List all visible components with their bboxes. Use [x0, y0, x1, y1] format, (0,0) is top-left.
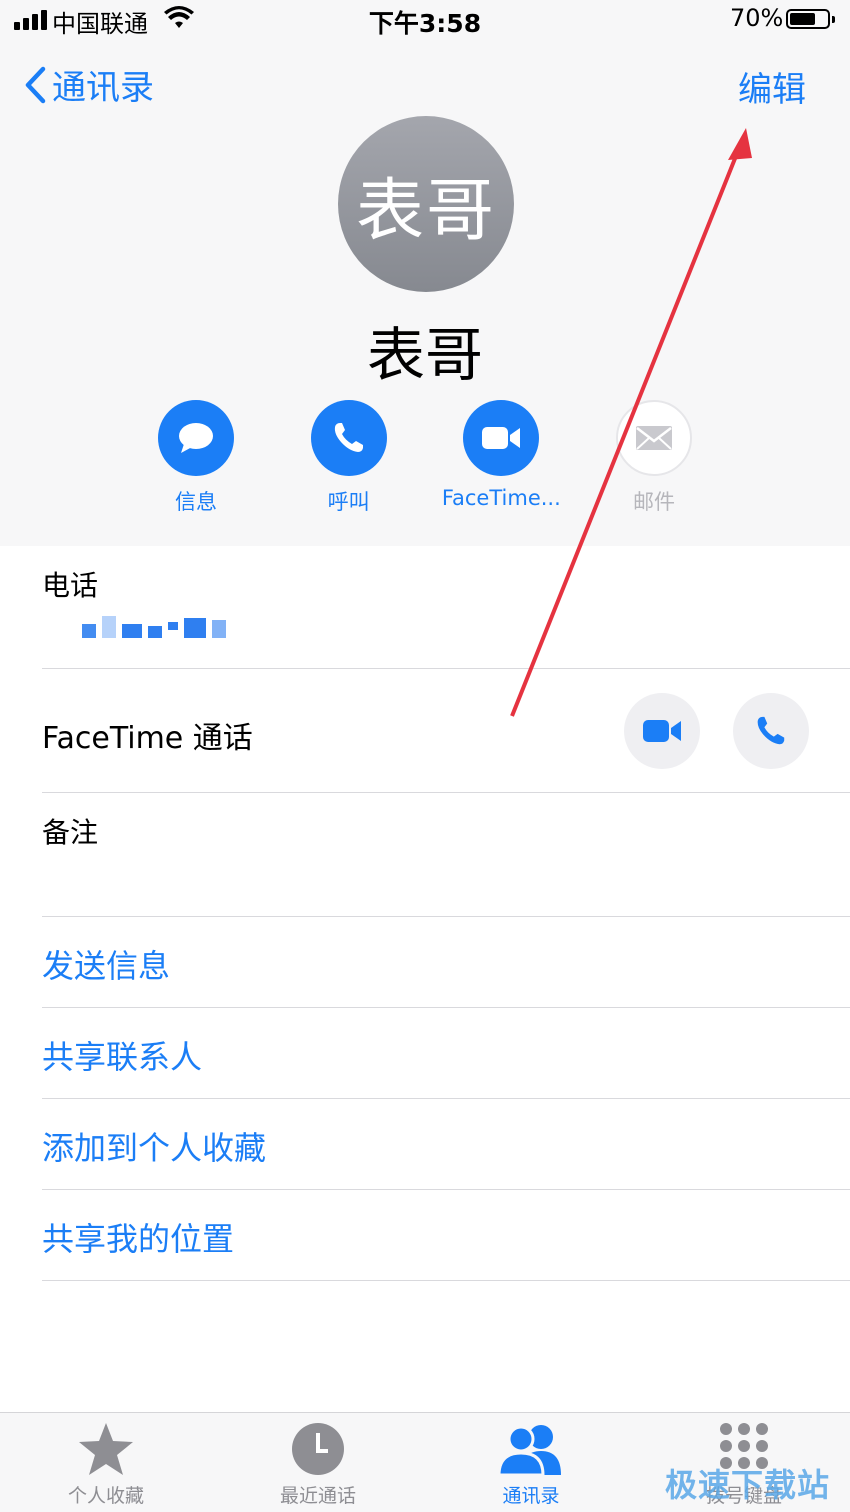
- video-icon: [643, 720, 681, 742]
- tab-favorites-label: 个人收藏: [67, 1485, 144, 1507]
- share-location-link: 共享我的位置: [42, 1220, 235, 1258]
- message-icon: [179, 423, 213, 453]
- notes-row[interactable]: 备注: [42, 793, 850, 917]
- notes-label: 备注: [42, 816, 99, 849]
- share-contact-link: 共享联系人: [42, 1038, 203, 1076]
- video-icon: [482, 427, 521, 449]
- share-contact-row[interactable]: 共享联系人: [42, 1008, 850, 1099]
- message-action-label: 信息: [175, 490, 217, 514]
- tab-contacts-label: 通讯录: [502, 1485, 560, 1507]
- facetime-audio-button[interactable]: [733, 693, 809, 769]
- send-message-row[interactable]: 发送信息: [42, 917, 850, 1008]
- tab-recents-label: 最近通话: [279, 1485, 356, 1507]
- phone-row[interactable]: 电话: [42, 546, 850, 669]
- watermark: 极速下载站: [664, 1466, 830, 1504]
- mail-icon: [635, 426, 672, 450]
- facetime-action-button[interactable]: FaceTime...: [425, 400, 577, 516]
- status-time: 下午3:58: [368, 9, 482, 38]
- status-bar: 中国联通 下午3:58 70%: [0, 0, 850, 42]
- contact-avatar: 表哥: [338, 116, 514, 292]
- edit-button[interactable]: 编辑: [738, 62, 806, 111]
- phone-number-redacted: [82, 616, 226, 638]
- facetime-label: FaceTime 通话: [42, 721, 253, 756]
- facetime-row: FaceTime 通话: [42, 669, 850, 793]
- tab-contacts[interactable]: 通讯录: [451, 1421, 611, 1508]
- battery-percent: 70%: [730, 4, 784, 32]
- star-icon: [79, 1423, 133, 1475]
- back-label: 通讯录: [52, 68, 154, 108]
- add-to-favorites-row[interactable]: 添加到个人收藏: [42, 1099, 850, 1190]
- action-buttons: 信息 呼叫 FaceTime... 邮件: [120, 400, 730, 516]
- clock-icon: [292, 1423, 344, 1475]
- add-to-favorites-link: 添加到个人收藏: [42, 1129, 267, 1167]
- contact-name: 表哥: [366, 321, 483, 389]
- contacts-icon: [497, 1425, 561, 1477]
- call-action-button[interactable]: 呼叫: [273, 400, 425, 516]
- share-location-row[interactable]: 共享我的位置: [42, 1190, 850, 1281]
- battery-icon: [786, 9, 835, 29]
- chevron-left-icon: [25, 66, 46, 103]
- phone-icon: [334, 423, 363, 452]
- message-action-button[interactable]: 信息: [120, 400, 272, 516]
- mail-action-label: 邮件: [632, 490, 675, 514]
- tab-recents[interactable]: 最近通话: [238, 1421, 398, 1508]
- mail-action-button: 邮件: [578, 400, 730, 516]
- send-message-link: 发送信息: [42, 947, 171, 985]
- phone-icon: [757, 716, 785, 745]
- call-action-label: 呼叫: [327, 490, 370, 514]
- back-button[interactable]: 通讯录: [24, 60, 154, 109]
- phone-label: 电话: [42, 569, 99, 602]
- facetime-action-label: FaceTime...: [441, 486, 561, 510]
- tab-favorites[interactable]: 个人收藏: [26, 1421, 186, 1508]
- facetime-video-button[interactable]: [624, 693, 700, 769]
